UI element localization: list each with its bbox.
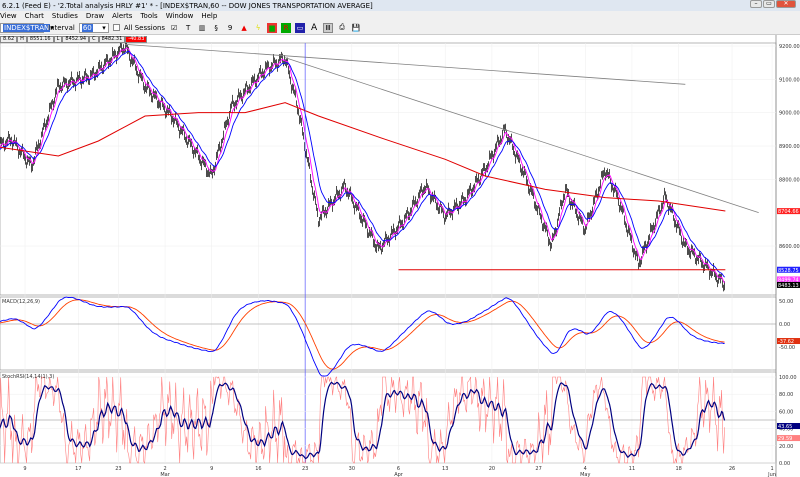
interval-label: Interval [48, 23, 75, 32]
menu-tools[interactable]: Tools [140, 12, 157, 20]
stoch-d-tag-label: 43.65 [778, 424, 792, 430]
maximize-button[interactable]: ▭ [763, 0, 775, 8]
stoch-tick-label: 100.00 [779, 375, 797, 381]
title-bar: 6.2.1 (Feed E) - '2.Total analysis HRLY … [0, 0, 800, 11]
macd-tick-label: -50.00 [779, 345, 795, 351]
print-icon[interactable]: ⎙ [337, 23, 347, 33]
grid-icon[interactable]: Ⅲ [323, 22, 334, 33]
stoch-label: StochRSI(14,14(1),3) [2, 374, 54, 380]
x-tick-label: 9 [23, 466, 26, 472]
screen-icon[interactable]: ▭ [295, 22, 306, 33]
price-tick-label: 9100.00 [779, 77, 800, 83]
menu-view[interactable]: View [0, 12, 17, 20]
chart-area[interactable]: 9 17 23 2Mar9 16 23 30 6Apr13 20 27 4May11 18 26 1Jun… [0, 35, 800, 477]
all-sessions-label: All Sessions [123, 23, 166, 32]
window-title: 6.2.1 (Feed E) - '2.Total analysis HRLY … [2, 1, 373, 10]
symbol-select[interactable]: INDEX$TRAN ▾ [0, 22, 54, 33]
close-label: C [89, 36, 99, 43]
macd-pane [0, 296, 777, 371]
font-a-icon[interactable]: A [309, 23, 319, 33]
stoch-tick-label: 60.00 [779, 409, 793, 415]
high-value: 8551.16 [26, 36, 54, 43]
x-month-label: Apr [394, 472, 404, 477]
save-icon[interactable]: 💾 [351, 23, 361, 33]
price-tick-label: 8900.00 [779, 144, 800, 150]
macd-label: MACD(12,26,9) [2, 299, 40, 305]
menu-alerts[interactable]: Alerts [112, 12, 132, 20]
x-month-label: Jun [767, 472, 776, 477]
macd-tag-label: -37.62 [778, 339, 794, 345]
close-button[interactable]: ✕ [776, 0, 796, 8]
text-icon[interactable]: T [183, 23, 193, 33]
stoch-tick-label: 0.00 [779, 461, 790, 467]
low-value: 8452.94 [62, 36, 90, 43]
x-tick-label: 13 [442, 466, 448, 472]
ohlc-readout: 8.62 H 8551.16 L 8452.94 C 8482.31 -40.83 [0, 36, 148, 43]
price-tag-label: 8483.13 [778, 283, 799, 289]
open-value: 8.62 [0, 36, 18, 43]
triangle-alert-icon[interactable]: ▲ [239, 23, 249, 33]
bars-icon[interactable]: ▥ [197, 23, 207, 33]
x-tick-label: 20 [489, 466, 495, 472]
price-tick-label: 9000.00 [779, 111, 800, 117]
color-r-icon[interactable]: R [281, 22, 292, 33]
check-chart-icon[interactable]: ☑ [169, 23, 179, 33]
price-tick-label: 9200.00 [779, 44, 800, 50]
menu-studies[interactable]: Studies [52, 12, 78, 20]
price-tag-label: 8528.75 [778, 268, 799, 274]
x-tick-label: 17 [75, 466, 81, 472]
x-month-label: Mar [160, 472, 170, 477]
nine-icon[interactable]: 9 [225, 23, 235, 33]
spiral-icon[interactable]: § [211, 23, 221, 33]
menu-window[interactable]: Window [166, 12, 194, 20]
menu-help[interactable]: Help [201, 12, 217, 20]
low-label: L [53, 36, 63, 43]
menu-draw[interactable]: Draw [86, 12, 104, 20]
x-tick-label: 18 [675, 466, 681, 472]
x-tick-label: 23 [302, 466, 308, 472]
stoch-k-tag-label: 29.59 [778, 436, 792, 442]
menu-chart[interactable]: Chart [25, 12, 44, 20]
x-month-label: May [580, 472, 590, 477]
close-value: 8482.31 [98, 36, 126, 43]
color-bars-icon[interactable]: ▆ [267, 22, 278, 33]
stoch-tick-label: 20.00 [779, 444, 793, 450]
macd-tick-label: 50.00 [779, 299, 793, 305]
minimize-button[interactable]: – [750, 0, 762, 8]
menu-bar: View Chart Studies Draw Alerts Tools Win… [0, 11, 800, 30]
all-sessions-checkbox[interactable] [112, 24, 120, 31]
toolbar: INDEX$TRAN ▾ Interval 60 ▾ All Sessions ☑ … [0, 21, 800, 35]
x-tick-label: 11 [629, 466, 635, 472]
x-tick-label: 26 [729, 466, 735, 472]
x-tick-label: 27 [535, 466, 541, 472]
x-tick-label: 9 [210, 466, 213, 472]
x-tick-label: 23 [115, 466, 121, 472]
x-tick-label: 16 [255, 466, 261, 472]
price-pane [0, 42, 777, 296]
interval-select[interactable]: 60 ▾ [78, 22, 109, 33]
lightning-icon[interactable]: ϟ [253, 23, 263, 33]
high-label: H [17, 36, 27, 43]
price-tick-label: 8800.00 [779, 177, 800, 183]
macd-tick-label: 0.00 [779, 322, 790, 328]
price-tick-label: 8600.00 [779, 244, 800, 250]
stoch-tick-label: 80.00 [779, 392, 793, 398]
price-tag-label: 8704.66 [778, 209, 799, 215]
change-value: -40.83 [125, 36, 148, 43]
chevron-down-icon: ▾ [102, 23, 106, 32]
x-tick-label: 30 [349, 466, 355, 472]
